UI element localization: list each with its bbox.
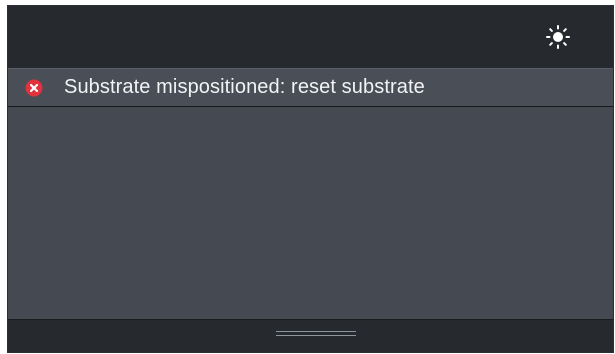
alert-list-area	[8, 107, 613, 319]
drag-handle-icon[interactable]	[276, 328, 356, 342]
brightness-icon	[546, 25, 570, 49]
top-bar	[8, 6, 613, 68]
alert-item[interactable]: Substrate mispositioned: reset substrate	[8, 68, 613, 107]
bottom-bar	[8, 319, 613, 352]
error-icon	[25, 79, 43, 97]
brightness-button[interactable]	[540, 19, 576, 55]
alert-message: Substrate mispositioned: reset substrate	[64, 76, 425, 98]
printer-panel: Substrate mispositioned: reset substrate	[7, 5, 614, 353]
